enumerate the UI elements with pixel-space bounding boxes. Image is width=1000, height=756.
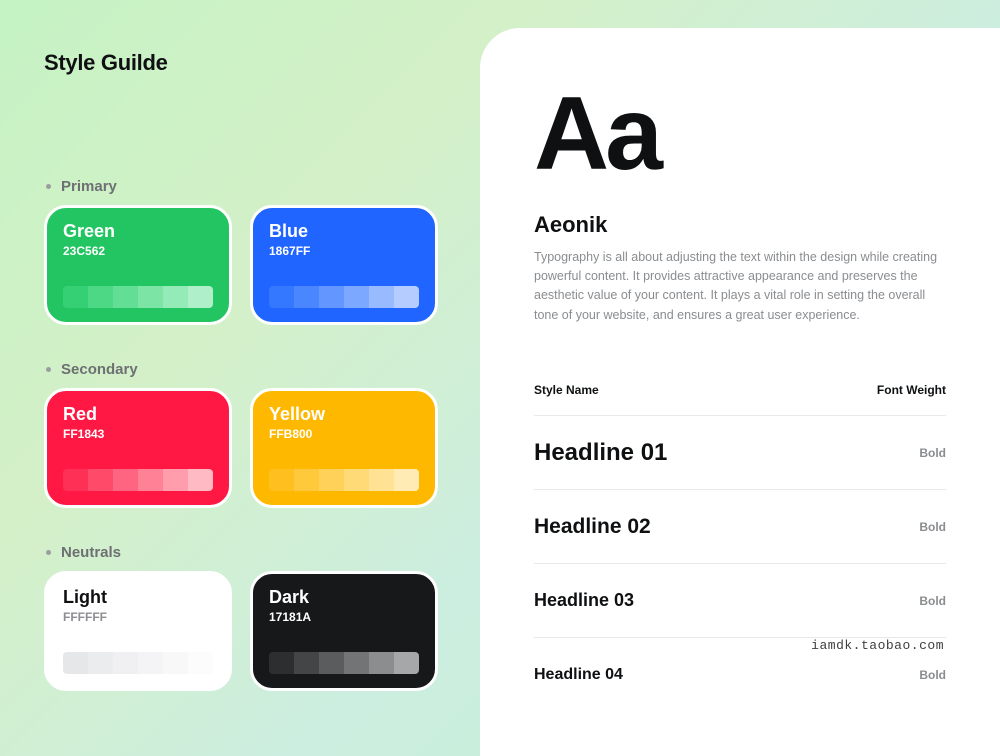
- color-name: Yellow: [269, 405, 419, 425]
- col-font-weight: Font Weight: [877, 383, 946, 397]
- left-panel: Style Guilde Primary Green 23C562 Blue 1…: [0, 0, 480, 756]
- color-card-blue: Blue 1867FF: [250, 205, 438, 325]
- style-name: Headline 01: [534, 439, 667, 467]
- color-ramp-red: [63, 469, 213, 491]
- section-label-secondary: Secondary: [44, 361, 442, 378]
- style-weight: Bold: [919, 446, 946, 460]
- color-ramp-yellow: [269, 469, 419, 491]
- font-description: Typography is all about adjusting the te…: [534, 248, 944, 326]
- font-name: Aeonik: [534, 212, 946, 238]
- color-ramp-green: [63, 286, 213, 308]
- style-name: Headline 03: [534, 590, 634, 611]
- color-hex: FF1843: [63, 427, 213, 441]
- type-specimen: Aa: [534, 88, 946, 182]
- color-hex: 17181A: [269, 610, 419, 624]
- color-card-light: Light FFFFFF: [44, 571, 232, 691]
- style-weight: Bold: [919, 520, 946, 534]
- right-panel: Aa Aeonik Typography is all about adjust…: [480, 28, 1000, 756]
- color-card-red: Red FF1843: [44, 388, 232, 508]
- col-style-name: Style Name: [534, 383, 599, 397]
- watermark: iamdk.taobao.com: [811, 638, 944, 653]
- neutrals-color-row: Light FFFFFF Dark 17181A: [44, 571, 442, 691]
- color-hex: 1867FF: [269, 244, 419, 258]
- type-row-headline-01: Headline 01 Bold: [534, 416, 946, 490]
- color-hex: 23C562: [63, 244, 213, 258]
- section-label-neutrals: Neutrals: [44, 544, 442, 561]
- color-hex: FFB800: [269, 427, 419, 441]
- style-name: Headline 04: [534, 666, 623, 684]
- color-ramp-blue: [269, 286, 419, 308]
- color-name: Red: [63, 405, 213, 425]
- secondary-color-row: Red FF1843 Yellow FFB800: [44, 388, 442, 508]
- color-ramp-dark: [269, 652, 419, 674]
- color-card-green: Green 23C562: [44, 205, 232, 325]
- color-name: Green: [63, 222, 213, 242]
- section-label-primary: Primary: [44, 178, 442, 195]
- page-title: Style Guilde: [44, 50, 442, 76]
- style-name: Headline 02: [534, 515, 651, 539]
- color-name: Dark: [269, 588, 419, 608]
- primary-color-row: Green 23C562 Blue 1867FF: [44, 205, 442, 325]
- color-hex: FFFFFF: [63, 610, 213, 624]
- style-weight: Bold: [919, 668, 946, 682]
- color-name: Light: [63, 588, 213, 608]
- color-card-dark: Dark 17181A: [250, 571, 438, 691]
- type-row-headline-03: Headline 03 Bold: [534, 564, 946, 638]
- color-name: Blue: [269, 222, 419, 242]
- type-table-header: Style Name Font Weight: [534, 383, 946, 416]
- color-ramp-light: [63, 652, 213, 674]
- style-weight: Bold: [919, 594, 946, 608]
- type-row-headline-02: Headline 02 Bold: [534, 490, 946, 564]
- color-card-yellow: Yellow FFB800: [250, 388, 438, 508]
